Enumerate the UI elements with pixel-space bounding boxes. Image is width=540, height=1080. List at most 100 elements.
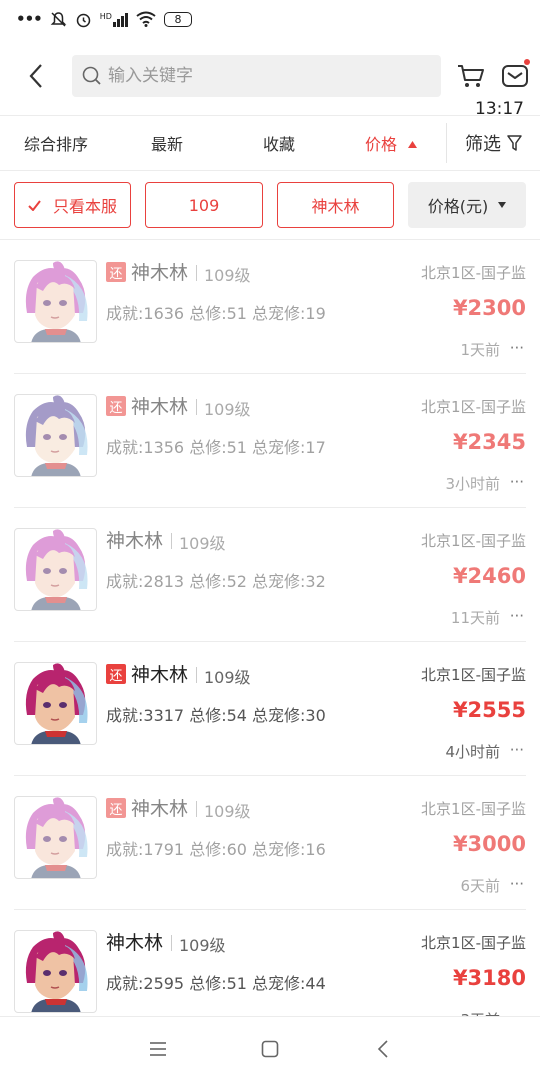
character-stats: 成就:1636 总修:51 总宠修:19 bbox=[106, 304, 326, 323]
listing-item[interactable]: 还 神木林 109级 成就:1636 总修:51 总宠修:19 北京1区-国子监… bbox=[0, 240, 540, 374]
sort-price[interactable]: 价格 bbox=[336, 131, 446, 155]
character-name: 神木林 bbox=[131, 262, 189, 284]
character-stats: 成就:2595 总修:51 总宠修:44 bbox=[106, 974, 326, 993]
listing-item[interactable]: 神木林 109级 成就:2813 总修:52 总宠修:32 北京1区-国子监 ¥… bbox=[0, 508, 540, 642]
nav-back-button[interactable] bbox=[363, 1033, 403, 1065]
checkmark-icon bbox=[28, 199, 41, 211]
sort-divider bbox=[0, 170, 540, 171]
character-name: 神木林 bbox=[106, 530, 164, 552]
chip-only-this-server-label: 只看本服 bbox=[52, 197, 117, 216]
character-stats: 成就:3317 总修:54 总宠修:30 bbox=[106, 706, 326, 725]
mail-icon bbox=[502, 65, 528, 87]
listing-time: 1天前 bbox=[460, 341, 500, 359]
price: ¥2555 bbox=[452, 698, 526, 722]
level-separator bbox=[171, 935, 172, 951]
back-icon bbox=[29, 64, 42, 88]
mute-icon bbox=[50, 11, 67, 27]
character-level: 109级 bbox=[204, 668, 251, 687]
listing-time: 6天前 bbox=[460, 877, 500, 895]
listing-item[interactable]: 还 神木林 109级 成就:1791 总修:60 总宠修:16 北京1区-国子监… bbox=[0, 776, 540, 910]
sort-price-label: 价格 bbox=[364, 135, 397, 154]
character-name: 神木林 bbox=[131, 664, 189, 686]
returned-badge: 还 bbox=[106, 396, 126, 416]
search-box[interactable] bbox=[72, 55, 441, 97]
alarm-icon bbox=[76, 13, 91, 27]
chip-price-label: 价格(元) bbox=[427, 197, 489, 216]
system-nav-bar bbox=[0, 1016, 540, 1080]
sort-bar: 综合排序 最新 收藏 价格 筛选 bbox=[0, 116, 540, 170]
status-bar: 13:17 ••• HD 8 bbox=[0, 0, 540, 119]
level-separator bbox=[196, 667, 197, 683]
search-input[interactable] bbox=[108, 66, 408, 86]
level-separator bbox=[171, 533, 172, 549]
listing-time: 11天前 bbox=[450, 609, 500, 627]
character-level: 109级 bbox=[179, 534, 226, 553]
sort-comprehensive[interactable]: 综合排序 bbox=[0, 131, 112, 155]
price: ¥3000 bbox=[452, 832, 526, 856]
filter-icon bbox=[507, 135, 522, 151]
returned-badge: 还 bbox=[106, 262, 126, 282]
level-separator bbox=[196, 399, 197, 415]
more-icon[interactable]: ··· bbox=[510, 741, 524, 759]
character-level: 109级 bbox=[204, 400, 251, 419]
returned-badge: 还 bbox=[106, 798, 126, 818]
character-avatar bbox=[14, 394, 97, 477]
status-icons: ••• HD 8 bbox=[16, 10, 192, 28]
price: ¥2300 bbox=[452, 296, 526, 320]
chip-price[interactable]: 价格(元) bbox=[408, 182, 526, 228]
level-separator bbox=[196, 801, 197, 817]
chip-only-this-server[interactable]: 只看本服 bbox=[14, 182, 131, 228]
character-level: 109级 bbox=[204, 266, 251, 285]
character-avatar bbox=[14, 796, 97, 879]
filter-label: 筛选 bbox=[465, 134, 501, 155]
price: ¥2460 bbox=[452, 564, 526, 588]
battery-icon: 8 bbox=[163, 11, 192, 27]
chip-school[interactable]: 神木林 bbox=[277, 182, 394, 228]
cart-icon bbox=[458, 65, 484, 87]
more-icon[interactable]: ··· bbox=[510, 607, 524, 625]
price: ¥3180 bbox=[452, 966, 526, 990]
wifi-icon bbox=[136, 11, 156, 27]
home-icon bbox=[261, 1040, 279, 1058]
server-name: 北京1区-国子监 bbox=[421, 934, 526, 952]
listing-time: 4小时前 bbox=[445, 743, 500, 761]
listing-time: 3小时前 bbox=[445, 475, 500, 493]
returned-badge: 还 bbox=[106, 664, 126, 684]
price: ¥2345 bbox=[452, 430, 526, 454]
menu-icon bbox=[150, 1042, 166, 1056]
character-stats: 成就:1356 总修:51 总宠修:17 bbox=[106, 438, 326, 457]
nav-home-button[interactable] bbox=[250, 1033, 290, 1065]
level-separator bbox=[196, 265, 197, 281]
chip-level[interactable]: 109 bbox=[145, 182, 263, 228]
character-name: 神木林 bbox=[106, 932, 164, 954]
server-name: 北京1区-国子监 bbox=[421, 264, 526, 282]
sort-newest[interactable]: 最新 bbox=[112, 131, 222, 155]
server-name: 北京1区-国子监 bbox=[421, 532, 526, 550]
sort-favorites[interactable]: 收藏 bbox=[222, 131, 336, 155]
caret-up-icon bbox=[408, 141, 418, 148]
search-icon bbox=[82, 66, 101, 85]
listing-item[interactable]: 还 神木林 109级 成就:3317 总修:54 总宠修:30 北京1区-国子监… bbox=[0, 642, 540, 776]
back-button[interactable] bbox=[0, 48, 72, 104]
filter-button[interactable]: 筛选 bbox=[447, 130, 540, 156]
server-name: 北京1区-国子监 bbox=[421, 800, 526, 818]
character-name: 神木林 bbox=[131, 798, 189, 820]
nav-menu-button[interactable] bbox=[138, 1033, 178, 1065]
more-icon[interactable]: ··· bbox=[510, 875, 524, 893]
more-icon[interactable]: ··· bbox=[510, 339, 524, 357]
more-icon[interactable]: ··· bbox=[510, 473, 524, 491]
character-avatar bbox=[14, 662, 97, 745]
cart-button[interactable] bbox=[449, 48, 493, 104]
message-button[interactable] bbox=[493, 48, 537, 104]
character-avatar bbox=[14, 930, 97, 1013]
character-avatar bbox=[14, 528, 97, 611]
server-name: 北京1区-国子监 bbox=[421, 666, 526, 684]
character-level: 109级 bbox=[179, 936, 226, 955]
nav-back-icon bbox=[377, 1040, 388, 1058]
header bbox=[0, 48, 540, 104]
server-name: 北京1区-国子监 bbox=[421, 398, 526, 416]
listing-item[interactable]: 还 神木林 109级 成就:1356 总修:51 总宠修:17 北京1区-国子监… bbox=[0, 374, 540, 508]
character-avatar bbox=[14, 260, 97, 343]
more-notifications-icon: ••• bbox=[16, 10, 43, 28]
caret-down-icon bbox=[498, 202, 507, 208]
